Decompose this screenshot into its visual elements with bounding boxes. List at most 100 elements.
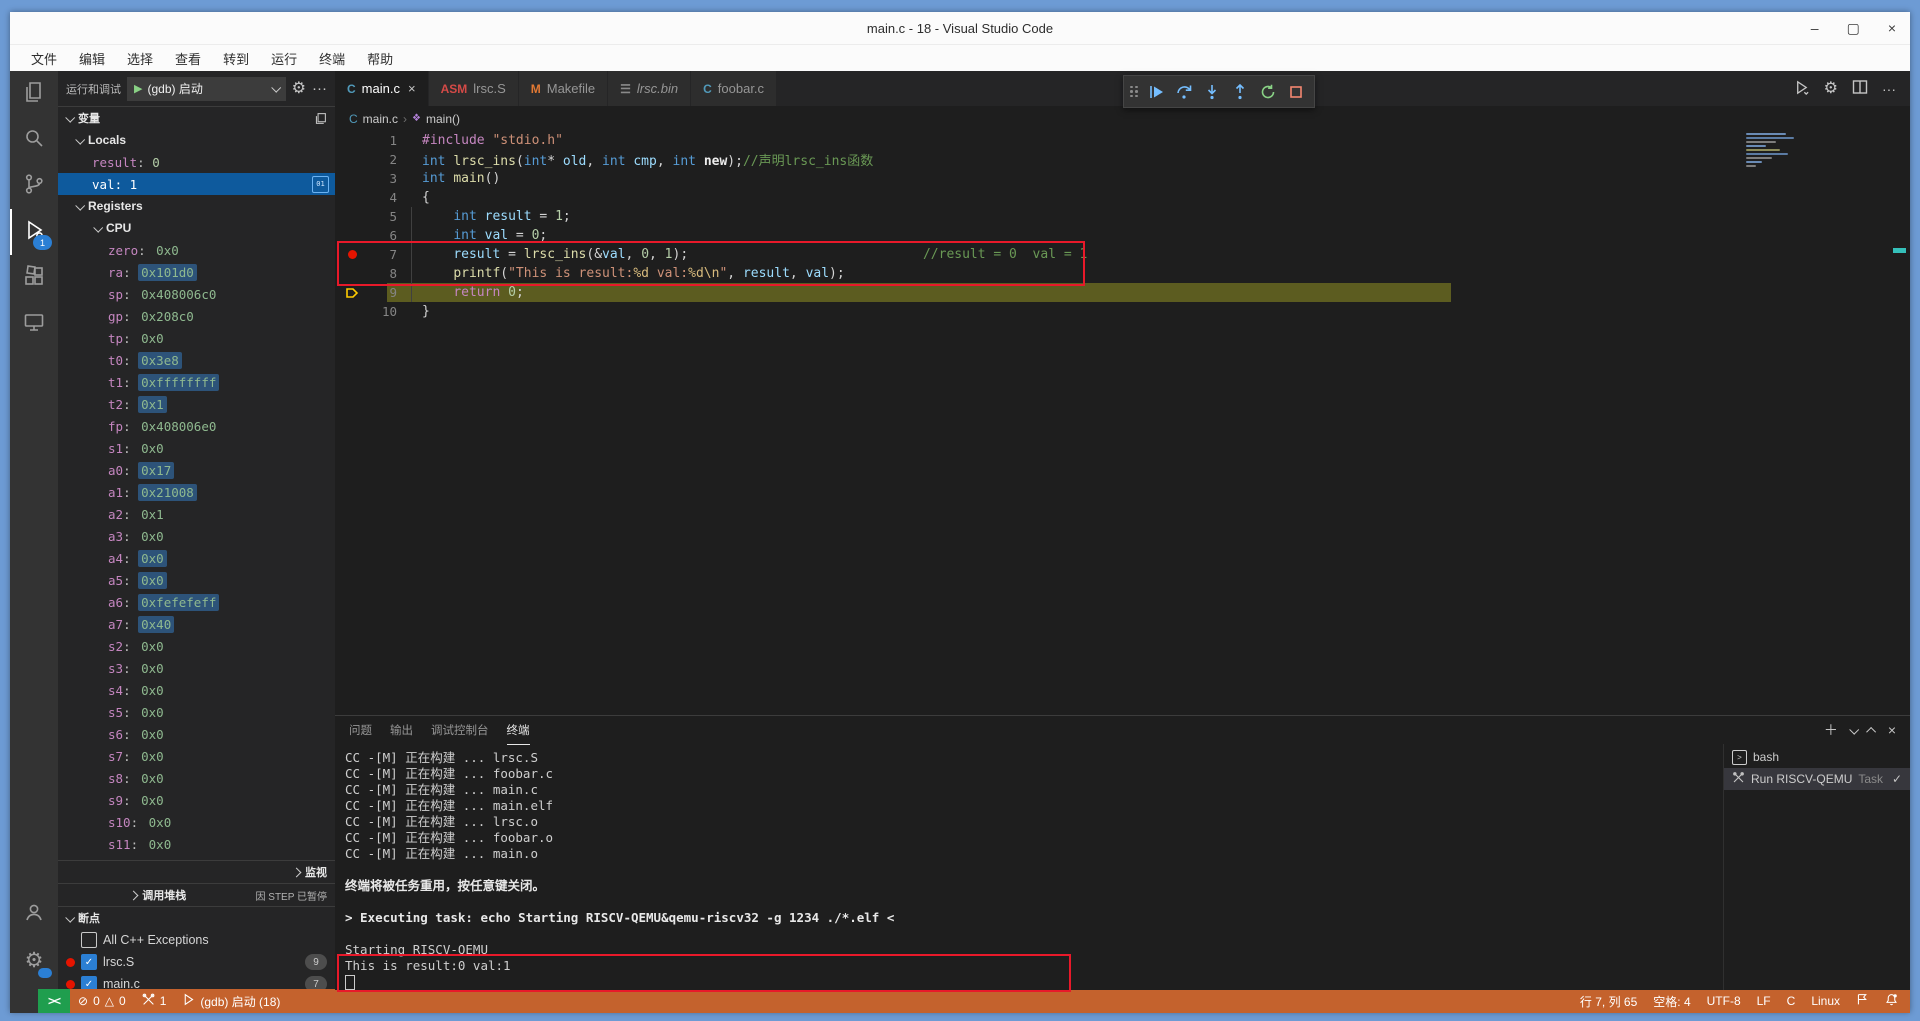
register-row-a3[interactable]: a3: 0x0	[58, 525, 335, 547]
register-row-a6[interactable]: a6: 0xfefefeff	[58, 591, 335, 613]
gear-icon[interactable]: ⚙	[1824, 81, 1838, 97]
register-row-s2[interactable]: s2: 0x0	[58, 635, 335, 657]
code-line[interactable]: 1#include "stdio.h"	[335, 131, 1910, 150]
code-line[interactable]: 9 return 0;	[335, 283, 1910, 302]
breadcrumb-file[interactable]: main.c	[363, 112, 398, 126]
register-row-s8[interactable]: s8: 0x0	[58, 767, 335, 789]
menu-item-编辑[interactable]: 编辑	[70, 47, 114, 70]
register-row-gp[interactable]: gp: 0x208c0	[58, 305, 335, 327]
start-debug-icon[interactable]: ▶	[134, 82, 142, 95]
statusbar-item-C[interactable]: C	[1779, 989, 1804, 1013]
restart-button[interactable]	[1256, 80, 1280, 104]
local-variable-result[interactable]: result: 0	[58, 151, 335, 173]
remote-indicator[interactable]: ><	[38, 989, 70, 1013]
variables-actions[interactable]	[314, 112, 327, 125]
launch-config-dropdown[interactable]: ▶ (gdb) 启动	[127, 77, 286, 101]
minimap[interactable]	[1746, 133, 1798, 167]
code-line[interactable]: 6 int val = 0;	[335, 226, 1910, 245]
statusbar-item-Linux[interactable]: Linux	[1803, 989, 1848, 1013]
breakpoints-section-header[interactable]: 断点	[58, 906, 335, 929]
breakpoint-row-All C++ Exceptions[interactable]: All C++ Exceptions	[58, 929, 335, 951]
minimize-button[interactable]: –	[1811, 20, 1819, 36]
chevron-down-icon[interactable]	[1849, 724, 1859, 734]
split-editor-icon[interactable]	[1852, 79, 1868, 98]
menu-item-文件[interactable]: 文件	[22, 47, 66, 70]
code-line[interactable]: 2int lrsc_ins(int* old, int cmp, int new…	[335, 150, 1910, 169]
breakpoint-row-lrsc.S[interactable]: ✓lrsc.S9	[58, 951, 335, 973]
menu-item-选择[interactable]: 选择	[118, 47, 162, 70]
panel-tab-问题[interactable]: 问题	[349, 716, 372, 744]
close-button[interactable]: ×	[1888, 20, 1896, 36]
code-line[interactable]: 8 printf("This is result:%d val:%d\n", r…	[335, 264, 1910, 283]
breakpoint-checkbox[interactable]: ✓	[81, 954, 97, 970]
maximize-panel-icon[interactable]	[1866, 726, 1876, 736]
terminal-instance-bash[interactable]: >bash	[1724, 746, 1910, 768]
register-row-s5[interactable]: s5: 0x0	[58, 701, 335, 723]
sidebar-item-source-control[interactable]	[10, 163, 58, 209]
panel-tab-输出[interactable]: 输出	[390, 716, 413, 744]
sidebar-item-explorer[interactable]	[10, 71, 58, 117]
register-row-a2[interactable]: a2: 0x1	[58, 503, 335, 525]
register-row-a7[interactable]: a7: 0x40	[58, 613, 335, 635]
locals-group[interactable]: Locals	[58, 129, 335, 151]
register-row-fp[interactable]: fp: 0x408006e0	[58, 415, 335, 437]
menu-item-帮助[interactable]: 帮助	[358, 47, 402, 70]
register-row-a1[interactable]: a1: 0x21008	[58, 481, 335, 503]
register-row-s6[interactable]: s6: 0x0	[58, 723, 335, 745]
register-row-t2[interactable]: t2: 0x1	[58, 393, 335, 415]
register-row-s4[interactable]: s4: 0x0	[58, 679, 335, 701]
debug-settings-gear-icon[interactable]: ⚙	[292, 81, 306, 97]
variables-tree[interactable]: Localsresult: 0val: 101RegistersCPUzero:…	[58, 129, 335, 860]
panel-tab-调试控制台[interactable]: 调试控制台	[431, 716, 489, 744]
menu-item-查看[interactable]: 查看	[166, 47, 210, 70]
menu-item-终端[interactable]: 终端	[310, 47, 354, 70]
new-terminal-icon[interactable]: ＋	[1824, 720, 1838, 740]
tab-Makefile[interactable]: MMakefile	[519, 71, 608, 106]
code-line[interactable]: 3int main()	[335, 169, 1910, 188]
breakpoint-row-main.c[interactable]: ✓main.c7	[58, 973, 335, 989]
problems-status[interactable]: ⊘ 0 △ 0	[70, 989, 134, 1013]
tab-lrsc.S[interactable]: ASMlrsc.S	[429, 71, 519, 106]
register-row-a0[interactable]: a0: 0x17	[58, 459, 335, 481]
code-line[interactable]: 10}	[335, 302, 1910, 321]
register-row-s9[interactable]: s9: 0x0	[58, 789, 335, 811]
breakpoint-checkbox[interactable]	[81, 932, 97, 948]
tab-lrsc.bin[interactable]: ☰lrsc.bin	[608, 71, 691, 106]
register-row-t0[interactable]: t0: 0x3e8	[58, 349, 335, 371]
register-row-s10[interactable]: s10: 0x0	[58, 811, 335, 833]
panel-tab-终端[interactable]: 终端	[507, 716, 530, 745]
tasks-status[interactable]: 1	[134, 989, 175, 1013]
stop-button[interactable]	[1284, 80, 1308, 104]
more-actions-icon[interactable]: ···	[312, 80, 327, 97]
terminal-instance-Run RISCV-QEMU[interactable]: Run RISCV-QEMUTask✓	[1724, 768, 1910, 790]
notifications[interactable]	[1877, 989, 1910, 1013]
register-row-a4[interactable]: a4: 0x0	[58, 547, 335, 569]
step-over-button[interactable]	[1172, 80, 1196, 104]
register-row-zero[interactable]: zero: 0x0	[58, 239, 335, 261]
step-into-button[interactable]	[1200, 80, 1224, 104]
close-icon[interactable]: ×	[408, 81, 416, 96]
more-actions-icon[interactable]: ···	[1882, 81, 1896, 97]
cpu-group[interactable]: CPU	[58, 217, 335, 239]
statusbar-item-空格: 4[interactable]: 空格: 4	[1645, 989, 1698, 1013]
debug-session-status[interactable]: (gdb) 启动 (18)	[174, 989, 288, 1013]
maximize-button[interactable]: ▢	[1847, 20, 1860, 37]
register-row-a5[interactable]: a5: 0x0	[58, 569, 335, 591]
settings-button[interactable]: ⚙	[10, 937, 58, 983]
breadcrumb[interactable]: C main.c › ❖ main()	[335, 106, 1910, 131]
code-line[interactable]: 5 int result = 1;	[335, 207, 1910, 226]
local-variable-val[interactable]: val: 101	[58, 173, 335, 195]
code-line[interactable]: 7 result = lrsc_ins(&val, 0, 1); //resul…	[335, 245, 1910, 264]
register-row-s7[interactable]: s7: 0x0	[58, 745, 335, 767]
register-row-s1[interactable]: s1: 0x0	[58, 437, 335, 459]
gutter[interactable]	[335, 287, 369, 299]
breakpoint-checkbox[interactable]: ✓	[81, 976, 97, 989]
register-row-sp[interactable]: sp: 0x408006c0	[58, 283, 335, 305]
breadcrumb-symbol[interactable]: main()	[426, 112, 460, 126]
register-row-s11[interactable]: s11: 0x0	[58, 833, 335, 855]
statusbar-item-行 7, 列 65[interactable]: 行 7, 列 65	[1572, 989, 1645, 1013]
menu-item-转到[interactable]: 转到	[214, 47, 258, 70]
statusbar-item-LF[interactable]: LF	[1749, 989, 1779, 1013]
drag-handle[interactable]	[1130, 86, 1138, 98]
statusbar-item-UTF-8[interactable]: UTF-8	[1699, 989, 1749, 1013]
